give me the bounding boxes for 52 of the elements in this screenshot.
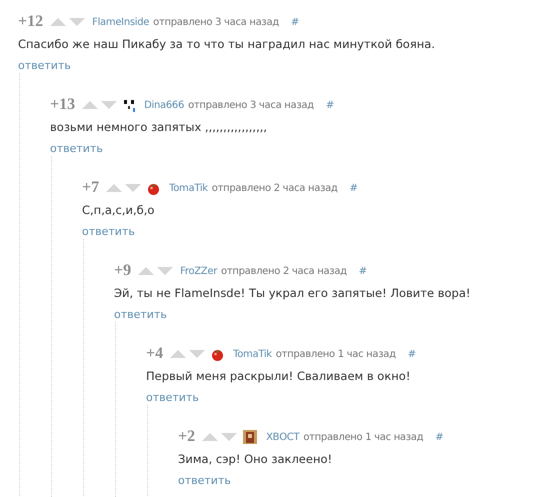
downvote-icon[interactable] (221, 432, 238, 442)
avatar-icon (123, 98, 136, 112)
upvote-icon[interactable] (138, 266, 154, 276)
permalink[interactable]: # (290, 16, 300, 28)
post-time: отправлено 1 час назад (276, 348, 396, 360)
author-link[interactable]: Dina666 (144, 100, 184, 110)
upvote-icon[interactable] (50, 17, 66, 27)
author-link[interactable]: TomaTik (169, 182, 208, 194)
tomato-icon (211, 348, 224, 360)
upvote-icon[interactable] (202, 432, 218, 442)
upvote-icon[interactable] (82, 100, 98, 110)
post-time: отправлено 3 часа назад (188, 100, 314, 110)
reply-link[interactable]: ответить (146, 388, 199, 408)
post-time: отправлено 2 часа назад (221, 266, 347, 276)
comment-score: +13 (50, 96, 76, 114)
tomato-icon (147, 182, 160, 194)
author-link[interactable]: FlameInside (92, 16, 150, 28)
author-link[interactable]: FroZZer (180, 266, 218, 276)
comment-score: +12 (18, 13, 44, 31)
comment-text: Зима, сэр! Оно заклеено! (178, 451, 334, 468)
post-time: отправлено 3 часа назад (153, 16, 279, 28)
reply-link[interactable]: ответить (178, 471, 231, 491)
comment-score: +4 (146, 345, 164, 363)
comment-text: Спасибо же наш Пикабу за то что ты наградил нас минуткой бояна. (18, 36, 436, 53)
author-link[interactable]: ХВОСТ (266, 432, 300, 442)
comment-text: Эй, ты не FlameInsde! Ты украл его запятые! Ловите вора! (114, 285, 472, 302)
post-time: отправлено 1 час назад (303, 432, 424, 442)
downvote-icon[interactable] (125, 183, 142, 193)
upvote-icon[interactable] (106, 183, 122, 193)
permalink[interactable]: # (358, 266, 368, 276)
author-link[interactable]: TomaTik (233, 348, 272, 360)
downvote-icon[interactable] (69, 17, 86, 27)
downvote-icon[interactable] (101, 100, 118, 110)
permalink[interactable]: # (435, 432, 444, 442)
reply-link[interactable]: ответить (82, 222, 135, 242)
reply-link[interactable]: ответить (114, 305, 167, 325)
comment-text: С,п,а,с,и,б,о (82, 202, 156, 219)
reply-link[interactable]: ответить (50, 139, 103, 159)
downvote-icon[interactable] (189, 349, 206, 359)
reply-link[interactable]: ответить (18, 56, 71, 76)
permalink[interactable]: # (350, 182, 358, 194)
post-time: отправлено 2 часа назад (212, 182, 338, 194)
comment-score: +9 (114, 262, 132, 280)
upvote-icon[interactable] (170, 349, 186, 359)
comment-score: +7 (82, 179, 100, 197)
permalink[interactable]: # (326, 100, 334, 110)
comment-score: +2 (178, 428, 196, 446)
comment-text: возьми немного запятых ,,,,,,,,,,,,,,,,, (50, 119, 268, 136)
avatar-icon (243, 430, 258, 444)
permalink[interactable]: # (408, 348, 416, 360)
downvote-icon[interactable] (157, 266, 174, 276)
comment-text: Первый меня раскрыли! Сваливаем в окно! (146, 368, 412, 385)
